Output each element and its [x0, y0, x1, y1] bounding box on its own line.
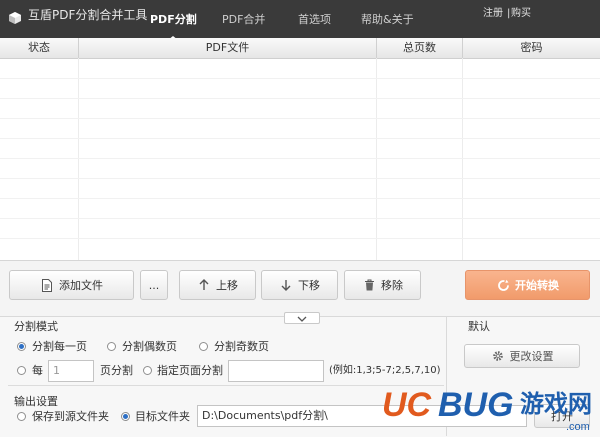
add-file-button[interactable]: 添加文件 [9, 270, 134, 300]
column-pdf-file[interactable]: PDF文件 [79, 38, 377, 58]
radio-split-odd[interactable] [199, 342, 208, 351]
radio-target-folder[interactable] [121, 412, 130, 421]
column-status[interactable]: 状态 [0, 38, 79, 58]
split-every-page-label[interactable]: 分割每一页 [32, 340, 87, 354]
more-options-button[interactable]: ... [140, 270, 168, 300]
register-link[interactable]: 注册 [483, 8, 503, 20]
column-divider [376, 58, 377, 260]
svg-text:BUG: BUG [438, 386, 514, 424]
buy-link[interactable]: 购买 [511, 8, 531, 20]
row-divider [0, 158, 600, 159]
column-divider [78, 58, 79, 260]
specify-pages-label[interactable]: 指定页面分割 [157, 364, 223, 378]
row-divider [0, 238, 600, 239]
tab-preferences[interactable]: 首选项 [298, 13, 331, 27]
radio-specify-pages[interactable] [143, 366, 152, 375]
refresh-icon [496, 278, 510, 292]
add-file-label: 添加文件 [59, 279, 103, 292]
column-password[interactable]: 密码 [463, 38, 600, 58]
tab-pdf-split[interactable]: PDF分割 [150, 13, 197, 27]
arrow-down-icon [279, 278, 293, 292]
remove-button[interactable]: 移除 [344, 270, 421, 300]
radio-save-to-source[interactable] [17, 412, 26, 421]
collapse-panel-button[interactable] [284, 312, 320, 324]
target-folder-label[interactable]: 目标文件夹 [135, 410, 190, 424]
move-down-button[interactable]: 下移 [261, 270, 338, 300]
output-settings-heading: 输出设置 [14, 395, 58, 408]
pages-per-split-input[interactable]: 1 [48, 360, 94, 382]
svg-text:UC: UC [382, 386, 432, 424]
row-divider [0, 118, 600, 119]
tab-help-about[interactable]: 帮助&关于 [361, 13, 414, 27]
default-heading: 默认 [468, 320, 490, 333]
row-divider [0, 178, 600, 179]
specify-pages-input[interactable] [228, 360, 324, 382]
app-title: 互盾PDF分割合并工具 [28, 8, 148, 22]
change-settings-button[interactable]: 更改设置 [464, 344, 580, 368]
radio-split-even[interactable] [107, 342, 116, 351]
start-convert-label: 开始转换 [515, 279, 559, 292]
row-divider [0, 218, 600, 219]
radio-split-every-n[interactable] [17, 366, 26, 375]
split-odd-label[interactable]: 分割奇数页 [214, 340, 269, 354]
more-label: ... [148, 278, 160, 292]
row-divider [0, 98, 600, 99]
save-to-source-label[interactable]: 保存到源文件夹 [32, 410, 109, 424]
change-settings-label: 更改设置 [509, 350, 554, 363]
row-divider [0, 78, 600, 79]
table-header: 状态 PDF文件 总页数 密码 [0, 38, 600, 59]
radio-split-every-page[interactable] [17, 342, 26, 351]
every-label: 每 [32, 364, 43, 377]
pages-split-label: 页分割 [100, 364, 133, 377]
column-total-pages[interactable]: 总页数 [377, 38, 463, 58]
ucbug-watermark: UC BUG 游戏网 .com [380, 376, 600, 434]
remove-label: 移除 [381, 279, 403, 292]
file-table[interactable]: 状态 PDF文件 总页数 密码 [0, 38, 600, 261]
move-down-label: 下移 [298, 279, 320, 292]
title-bar: 互盾PDF分割合并工具 PDF分割 PDF合并 首选项 帮助&关于 注册 | 购… [0, 0, 600, 40]
chevron-down-icon [297, 312, 307, 325]
account-separator: | [507, 8, 511, 19]
trash-icon [362, 278, 376, 292]
app-logo-icon [9, 12, 21, 24]
move-up-button[interactable]: 上移 [179, 270, 256, 300]
split-mode-heading: 分割模式 [14, 320, 58, 333]
arrow-up-icon [197, 278, 211, 292]
move-up-label: 上移 [216, 279, 238, 292]
column-divider [462, 58, 463, 260]
row-divider [0, 138, 600, 139]
svg-text:游戏网: 游戏网 [520, 390, 592, 418]
svg-text:.com: .com [566, 421, 590, 433]
gear-icon [491, 349, 505, 363]
tab-pdf-merge[interactable]: PDF合并 [222, 13, 265, 27]
section-divider [8, 385, 444, 386]
split-even-label[interactable]: 分割偶数页 [122, 340, 177, 354]
start-convert-button[interactable]: 开始转换 [465, 270, 590, 300]
document-icon [40, 278, 54, 292]
row-divider [0, 198, 600, 199]
